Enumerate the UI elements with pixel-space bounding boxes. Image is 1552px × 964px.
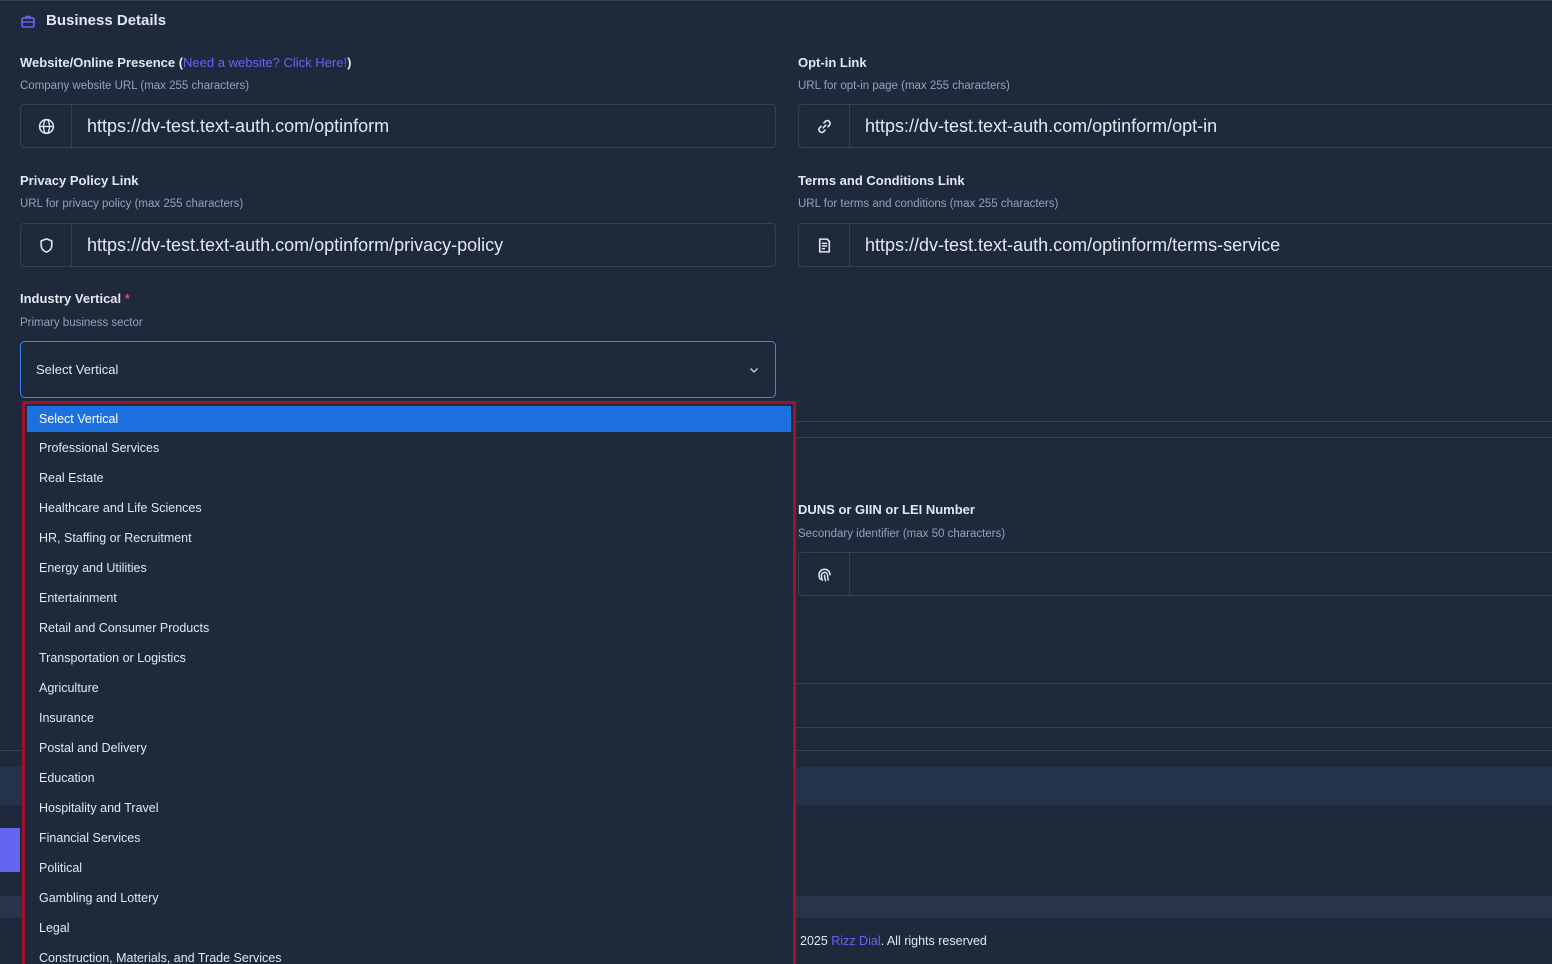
dropdown-option[interactable]: HR, Staffing or Recruitment — [27, 523, 791, 553]
dropdown-option[interactable]: Energy and Utilities — [27, 553, 791, 583]
dropdown-option[interactable]: Gambling and Lottery — [27, 883, 791, 913]
top-border — [0, 0, 1552, 1]
globe-icon — [21, 105, 72, 147]
section-title: Business Details — [46, 12, 167, 29]
terms-input[interactable] — [850, 224, 1552, 266]
website-label: Website/Online Presence (Need a website?… — [20, 55, 352, 70]
privacy-field — [20, 223, 776, 267]
optin-input[interactable] — [850, 105, 1552, 147]
dropdown-option[interactable]: Real Estate — [27, 463, 791, 493]
briefcase-icon — [21, 15, 35, 28]
footer-copyright: 2025 Rizz Dial. All rights reserved — [800, 934, 987, 948]
dropdown-option[interactable]: Legal — [27, 913, 791, 943]
duns-input[interactable] — [850, 553, 1552, 595]
dropdown-option[interactable]: Transportation or Logistics — [27, 643, 791, 673]
optin-hint: URL for opt-in page (max 255 characters) — [798, 80, 1010, 92]
duns-hint: Secondary identifier (max 50 characters) — [798, 528, 1006, 540]
terms-hint: URL for terms and conditions (max 255 ch… — [798, 198, 1059, 210]
dropdown-option[interactable]: Hospitality and Travel — [27, 793, 791, 823]
duns-field — [798, 552, 1552, 596]
dropdown-option[interactable]: Agriculture — [27, 673, 791, 703]
dropdown-option[interactable]: Select Vertical — [27, 406, 791, 432]
duns-label: DUNS or GIIN or LEI Number — [798, 502, 975, 517]
optin-field — [798, 104, 1552, 148]
divider — [796, 437, 1552, 438]
terms-field — [798, 223, 1552, 267]
divider — [796, 727, 1552, 728]
divider — [796, 683, 1552, 684]
need-website-link[interactable]: Need a website? Click Here! — [183, 55, 347, 70]
dropdown-option[interactable]: Entertainment — [27, 583, 791, 613]
website-input[interactable] — [72, 105, 775, 147]
industry-dropdown-list[interactable]: Select Vertical Professional Services Re… — [22, 401, 796, 964]
privacy-input[interactable] — [72, 224, 775, 266]
optin-label: Opt-in Link — [798, 55, 867, 70]
terms-label: Terms and Conditions Link — [798, 173, 965, 188]
dropdown-option[interactable]: Postal and Delivery — [27, 733, 791, 763]
submit-button[interactable] — [0, 828, 20, 872]
dropdown-option[interactable]: Insurance — [27, 703, 791, 733]
privacy-hint: URL for privacy policy (max 255 characte… — [20, 198, 244, 210]
website-hint: Company website URL (max 255 characters) — [20, 80, 250, 92]
chevron-down-icon — [750, 367, 758, 373]
divider — [796, 421, 1552, 422]
shield-icon — [21, 224, 72, 266]
link-icon — [799, 105, 850, 147]
website-field — [20, 104, 776, 148]
industry-select[interactable]: Select Vertical — [20, 341, 776, 398]
industry-hint: Primary business sector — [20, 317, 143, 329]
brand-link[interactable]: Rizz Dial — [831, 934, 880, 948]
dropdown-option[interactable]: Education — [27, 763, 791, 793]
required-mark: * — [124, 291, 130, 306]
dropdown-option[interactable]: Healthcare and Life Sciences — [27, 493, 791, 523]
industry-label: Industry Vertical * — [20, 291, 130, 306]
dropdown-option[interactable]: Professional Services — [27, 433, 791, 463]
fingerprint-icon — [799, 553, 850, 595]
privacy-label: Privacy Policy Link — [20, 173, 139, 188]
dropdown-option[interactable]: Construction, Materials, and Trade Servi… — [27, 943, 791, 964]
dropdown-option[interactable]: Retail and Consumer Products — [27, 613, 791, 643]
dropdown-option[interactable]: Financial Services — [27, 823, 791, 853]
section-header: Business Details — [20, 12, 166, 29]
dropdown-option[interactable]: Political — [27, 853, 791, 883]
document-icon — [799, 224, 850, 266]
industry-select-value: Select Vertical — [36, 362, 119, 377]
